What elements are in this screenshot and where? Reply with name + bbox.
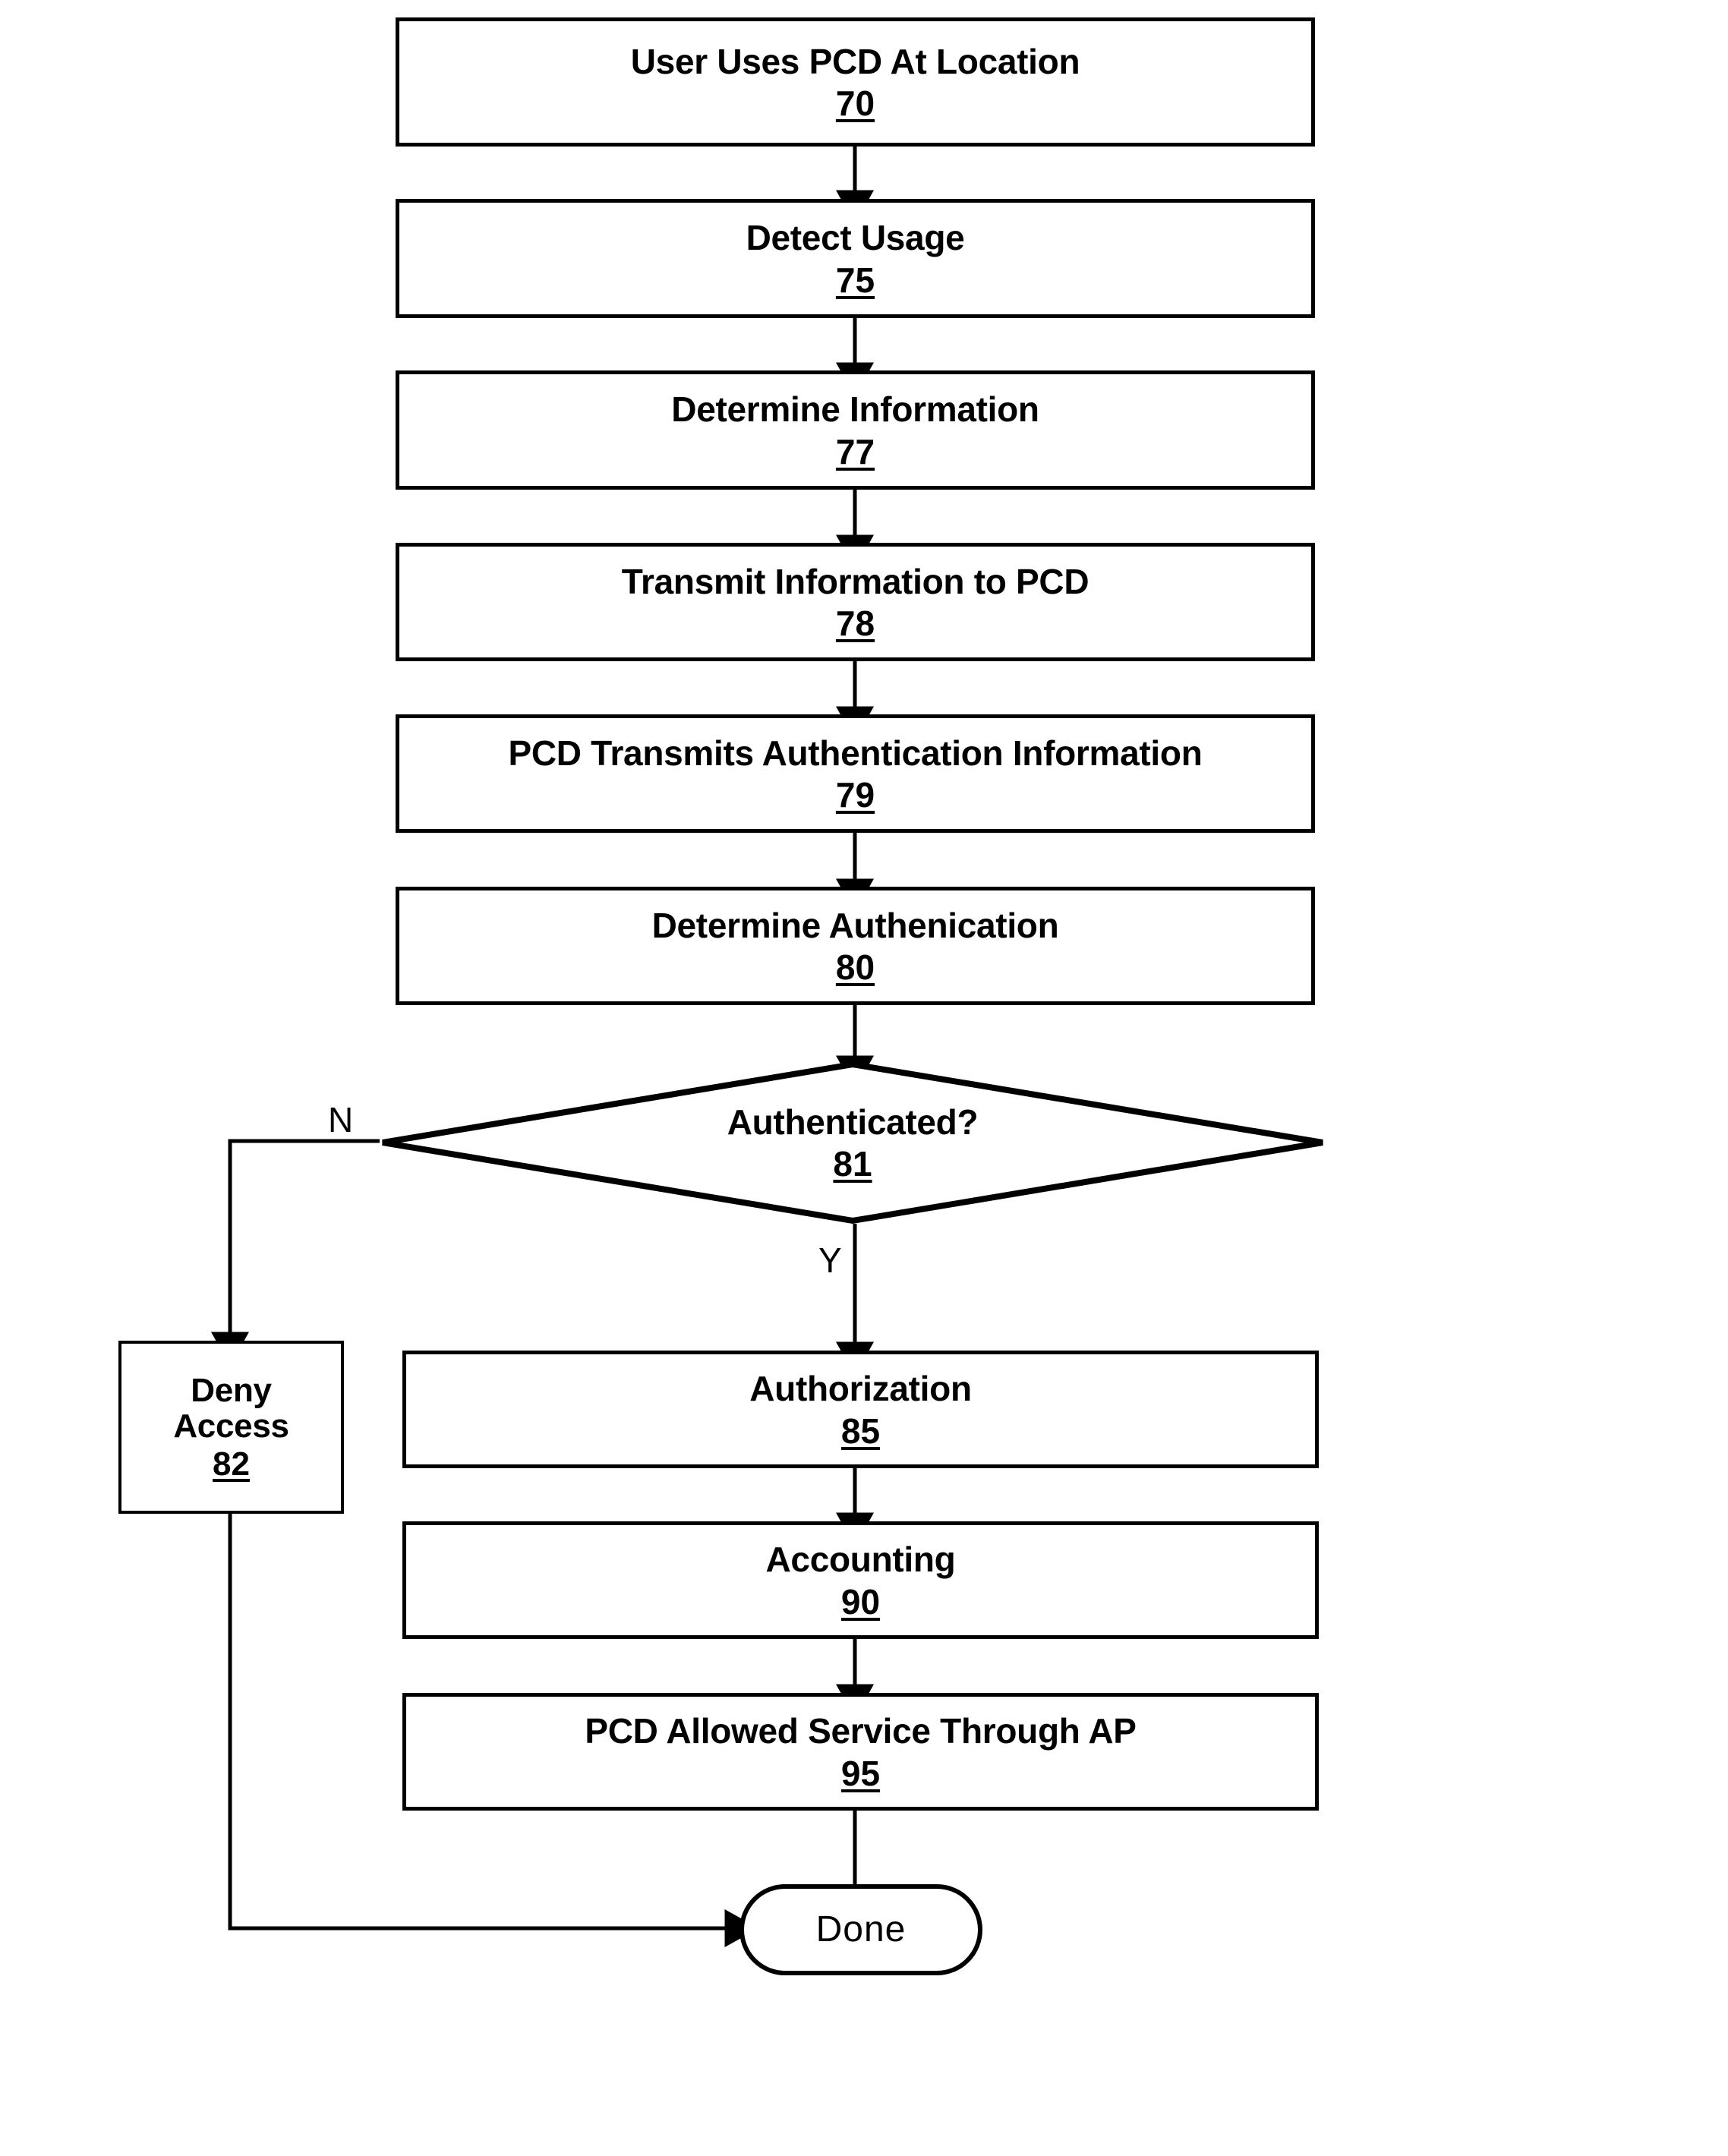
branch-label-yes: Y bbox=[818, 1240, 842, 1280]
node-user-uses-pcd-at-location[interactable]: User Uses PCD At Location 70 bbox=[396, 17, 1315, 147]
node-reference-number: 78 bbox=[835, 604, 875, 644]
node-label: Determine Information bbox=[671, 389, 1039, 430]
node-label: Authorization bbox=[749, 1369, 972, 1409]
branch-label-no: N bbox=[328, 1100, 354, 1139]
node-reference-number: 90 bbox=[840, 1581, 881, 1622]
node-reference-number: 82 bbox=[213, 1445, 250, 1483]
flowchart-canvas: User Uses PCD At Location 70 Detect Usag… bbox=[0, 0, 1728, 2156]
node-detect-usage[interactable]: Detect Usage 75 bbox=[396, 199, 1315, 318]
node-pcd-allowed-service-through-ap[interactable]: PCD Allowed Service Through AP 95 bbox=[402, 1693, 1319, 1811]
node-reference-number: 70 bbox=[835, 84, 875, 124]
node-label: Accounting bbox=[765, 1540, 956, 1580]
node-determine-information[interactable]: Determine Information 77 bbox=[396, 370, 1315, 490]
node-reference-number: 95 bbox=[840, 1753, 881, 1793]
node-label-line2: Access bbox=[173, 1407, 289, 1445]
node-label: User Uses PCD At Location bbox=[630, 41, 1080, 81]
node-reference-number: 80 bbox=[835, 947, 875, 988]
node-reference-number: 79 bbox=[835, 775, 875, 815]
node-pcd-transmits-authentication-information[interactable]: PCD Transmits Authentication Information… bbox=[396, 714, 1315, 833]
node-label: PCD Transmits Authentication Information bbox=[508, 733, 1203, 773]
node-accounting[interactable]: Accounting 90 bbox=[402, 1521, 1319, 1639]
node-reference-number: 75 bbox=[835, 260, 875, 300]
node-label: Determine Authenication bbox=[651, 905, 1059, 945]
node-label: Detect Usage bbox=[746, 218, 965, 258]
node-determine-authenication[interactable]: Determine Authenication 80 bbox=[396, 887, 1315, 1005]
node-authenticated-decision[interactable]: Authenticated? 81 bbox=[380, 1061, 1326, 1225]
node-authorization[interactable]: Authorization 85 bbox=[402, 1351, 1319, 1468]
node-deny-access[interactable]: Deny Access 82 bbox=[118, 1341, 344, 1514]
node-label-line1: Deny bbox=[191, 1372, 272, 1410]
node-label: Done bbox=[815, 1909, 907, 1950]
diamond-shape bbox=[382, 1061, 1323, 1225]
edge-81-82-no bbox=[211, 1139, 380, 1366]
node-transmit-information-to-pcd[interactable]: Transmit Information to PCD 78 bbox=[396, 543, 1315, 661]
node-label: Transmit Information to PCD bbox=[621, 561, 1089, 601]
node-done-terminal[interactable]: Done bbox=[739, 1884, 982, 1975]
node-label: PCD Allowed Service Through AP bbox=[585, 1711, 1137, 1751]
node-reference-number: 77 bbox=[835, 431, 875, 471]
node-reference-number: 85 bbox=[840, 1411, 881, 1451]
